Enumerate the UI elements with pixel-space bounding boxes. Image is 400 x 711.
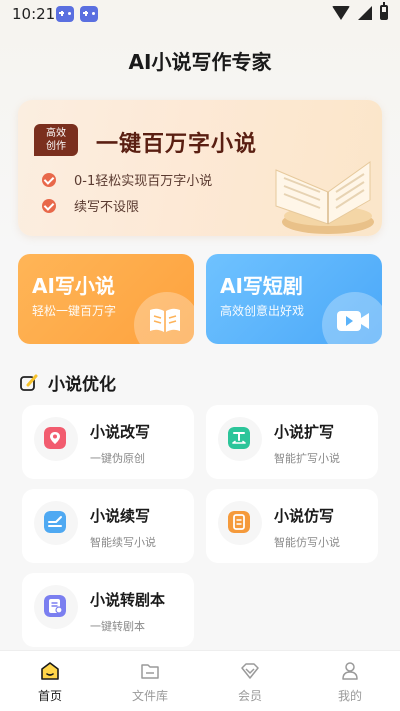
game-controller-icon — [80, 6, 98, 22]
tool-novel-continue[interactable]: 小说续写 智能续写小说 — [22, 489, 194, 563]
efficient-creation-badge: 高效 创作 — [34, 124, 78, 156]
home-icon — [41, 662, 59, 680]
book-icon — [150, 308, 180, 332]
imitate-icon — [228, 511, 250, 533]
rewrite-icon — [44, 427, 66, 449]
tool-desc: 一键伪原创 — [90, 452, 145, 465]
card-title: AI写小说 — [32, 274, 115, 298]
continue-icon — [44, 511, 66, 533]
nav-label: 会员 — [237, 689, 262, 703]
vip-icon — [241, 663, 259, 679]
tool-name: 小说转剧本 — [90, 591, 166, 609]
ai-write-drama-card[interactable]: AI写短剧 高效创意出好戏 — [206, 254, 382, 344]
banner-feature: 续写不设限 — [42, 196, 139, 215]
card-subtitle: 高效创意出好戏 — [220, 304, 305, 318]
open-book-illustration — [275, 161, 374, 234]
section-header: 小说优化 — [20, 370, 116, 395]
section-title: 小说优化 — [48, 375, 116, 395]
tool-name: 小说改写 — [90, 423, 151, 441]
tool-name: 小说续写 — [90, 507, 151, 525]
tool-desc: 智能仿写小说 — [274, 536, 340, 549]
banner-title: 一键百万字小说 — [96, 132, 258, 157]
nav-vip[interactable]: 会员 — [200, 651, 300, 711]
tool-novel-expand[interactable]: 小说扩写 智能扩写小说 — [206, 405, 378, 479]
status-bar: 10:21 — [0, 0, 400, 30]
banner-feature: 0-1轻松实现百万字小说 — [42, 170, 212, 189]
nav-label: 文件库 — [131, 689, 168, 703]
nav-label: 我的 — [337, 689, 362, 703]
bottom-nav: 首页 文件库 会员 我的 — [0, 650, 400, 711]
promo-banner[interactable]: 高效 创作 一键百万字小说 0-1轻松实现百万字小说 续写不设限 — [18, 100, 382, 236]
nav-files[interactable]: 文件库 — [100, 651, 200, 711]
tool-desc: 智能续写小说 — [90, 536, 156, 549]
profile-icon — [342, 662, 358, 680]
check-icon — [42, 198, 56, 213]
check-icon — [42, 172, 56, 187]
folder-icon — [141, 664, 159, 679]
card-subtitle: 轻松一键百万字 — [32, 304, 117, 318]
status-time: 10:21 — [12, 5, 56, 23]
signal-icon — [358, 6, 372, 20]
tool-desc: 智能扩写小说 — [274, 452, 340, 465]
tool-desc: 一键转剧本 — [90, 620, 145, 633]
card-title: AI写短剧 — [220, 274, 303, 298]
tool-novel-rewrite[interactable]: 小说改写 一键伪原创 — [22, 405, 194, 479]
page-title: AI小说写作专家 — [128, 50, 272, 74]
nav-label: 首页 — [37, 689, 62, 703]
battery-icon — [380, 2, 388, 20]
wifi-icon — [332, 6, 350, 20]
video-camera-icon — [337, 311, 369, 331]
edit-note-icon — [20, 374, 38, 391]
script-icon — [44, 595, 66, 617]
tool-name: 小说扩写 — [274, 423, 335, 441]
tool-name: 小说仿写 — [274, 507, 335, 525]
game-controller-icon — [56, 6, 74, 22]
tool-novel-imitate[interactable]: 小说仿写 智能仿写小说 — [206, 489, 378, 563]
expand-icon — [228, 427, 250, 449]
nav-profile[interactable]: 我的 — [300, 651, 400, 711]
ai-write-novel-card[interactable]: AI写小说 轻松一键百万字 — [18, 254, 194, 344]
tool-novel-to-script[interactable]: 小说转剧本 一键转剧本 — [22, 573, 194, 647]
nav-home[interactable]: 首页 — [0, 651, 100, 711]
